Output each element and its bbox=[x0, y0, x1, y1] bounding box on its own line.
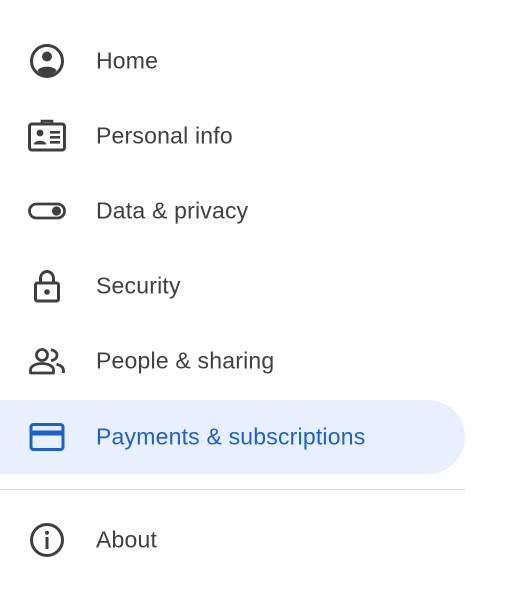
nav-item-about[interactable]: About bbox=[0, 503, 465, 577]
nav-item-home[interactable]: Home bbox=[0, 24, 465, 98]
lock-icon bbox=[27, 266, 67, 306]
account-circle-icon bbox=[27, 41, 67, 81]
nav-item-label: Security bbox=[96, 272, 181, 299]
nav-item-data-privacy[interactable]: Data & privacy bbox=[0, 174, 465, 248]
id-card-icon bbox=[27, 116, 67, 156]
nav-item-people-sharing[interactable]: People & sharing bbox=[0, 324, 465, 398]
nav-item-label: Data & privacy bbox=[96, 197, 249, 224]
nav-item-personal-info[interactable]: Personal info bbox=[0, 99, 465, 173]
nav-item-label: Personal info bbox=[96, 122, 233, 149]
account-side-nav: Home Personal info Data & privacy Securi… bbox=[0, 0, 511, 600]
nav-item-security[interactable]: Security bbox=[0, 249, 465, 323]
nav-divider bbox=[0, 489, 465, 490]
nav-item-payments-subscriptions[interactable]: Payments & subscriptions bbox=[0, 400, 465, 474]
info-icon bbox=[27, 520, 67, 560]
nav-item-label: People & sharing bbox=[96, 347, 275, 374]
toggle-icon bbox=[27, 191, 67, 231]
people-icon bbox=[27, 341, 67, 381]
credit-card-icon bbox=[27, 417, 67, 457]
nav-item-label: About bbox=[96, 526, 158, 553]
nav-item-label: Home bbox=[96, 47, 159, 74]
nav-item-label: Payments & subscriptions bbox=[96, 423, 366, 450]
